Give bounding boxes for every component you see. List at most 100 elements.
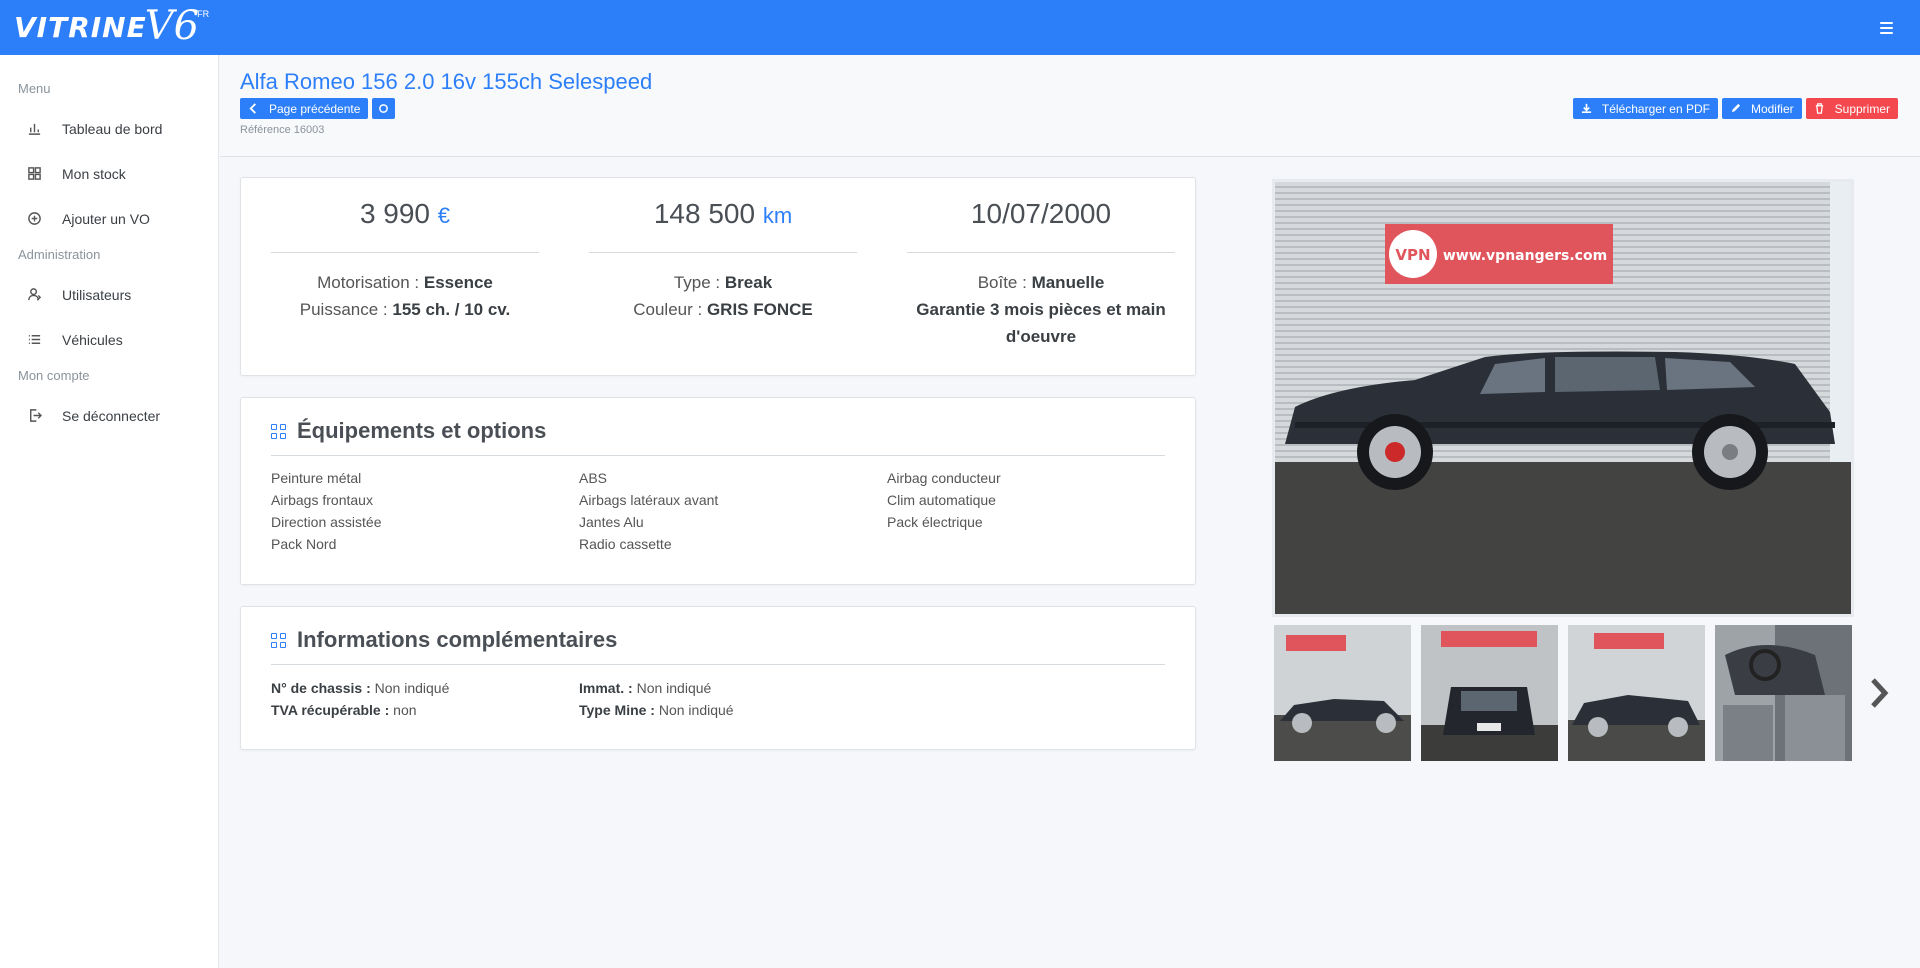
mine-label: Type Mine : <box>579 702 655 718</box>
logo-text: VITRINE <box>14 11 147 44</box>
logo-version: V6 <box>144 2 200 49</box>
price-value: 3 990 <box>359 198 431 229</box>
sidebar-section-administration: Administration <box>18 247 101 262</box>
edit-label: Modifier <box>1750 101 1794 116</box>
tva-value: non <box>393 702 417 718</box>
sidebar-item-label: Se déconnecter <box>62 407 161 424</box>
equipment-item: Airbags frontaux <box>271 492 373 508</box>
equipment-item: Pack Nord <box>271 536 337 552</box>
chassis-value: Non indiqué <box>374 680 450 696</box>
equipment-item: Clim automatique <box>887 492 996 508</box>
equipment-item: Jantes Alu <box>579 514 644 530</box>
summary-col-price: 3 990 € Motorisation : Essence Puissance… <box>271 178 539 323</box>
chassis-label: N° de chassis : <box>271 680 371 696</box>
mileage-unit: km <box>762 203 793 228</box>
photo-thumbnails <box>1274 625 1852 761</box>
equipment-item: Peinture métal <box>271 470 362 486</box>
delete-button[interactable]: Supprimer <box>1805 98 1898 119</box>
pencil-icon <box>1731 103 1741 113</box>
car-photo-image: VPN www.vpnangers.com <box>1275 182 1851 614</box>
immat-value: Non indiqué <box>636 680 712 696</box>
sidebar-item-vehicles[interactable]: Véhicules <box>0 317 218 362</box>
sidebar-item-label: Mon stock <box>62 165 126 182</box>
thumbnail-4[interactable] <box>1715 625 1852 761</box>
extra-info-heading: Informations complémentaires <box>271 627 1165 665</box>
sidebar-item-stock[interactable]: Mon stock <box>0 151 218 196</box>
motorisation-label: Motorisation : <box>317 273 420 292</box>
mine-row: Type Mine : Non indiqué <box>579 702 887 724</box>
equipment-heading: Équipements et options <box>271 418 1165 456</box>
garantie-text: Garantie 3 mois pièces et main d'oeuvre <box>916 300 1166 346</box>
type-value: Break <box>724 273 773 292</box>
engine-info: Motorisation : Essence Puissance : 155 c… <box>271 253 539 323</box>
banner-url: www.vpnangers.com <box>1443 248 1607 264</box>
grid-icon <box>271 424 287 440</box>
body-info: Type : Break Couleur : GRIS FONCE <box>589 253 857 323</box>
price-display: 3 990 € <box>271 178 539 253</box>
tva-label: TVA récupérable : <box>271 702 390 718</box>
mine-value: Non indiqué <box>658 702 734 718</box>
transmission-info: Boîte : Manuelle Garantie 3 mois pièces … <box>907 253 1175 350</box>
boite-value: Manuelle <box>1031 273 1105 292</box>
hamburger-menu-icon[interactable] <box>1866 8 1906 48</box>
banner-logo: VPN <box>1395 246 1430 264</box>
equipment-item: Radio cassette <box>579 536 672 552</box>
app-logo[interactable]: VITRINE V6 FR <box>14 0 211 55</box>
thumbnail-1[interactable] <box>1274 625 1411 761</box>
thumbnail-3[interactable] <box>1568 625 1705 761</box>
equipment-item: Airbag conducteur <box>887 470 1001 486</box>
sidebar-item-add-vo[interactable]: Ajouter un VO <box>0 196 218 241</box>
action-buttons: Télécharger en PDF Modifier Supprimer <box>1572 98 1898 119</box>
equipment-card: Équipements et options Peinture métal AB… <box>240 397 1196 585</box>
chevron-right-icon[interactable] <box>1866 676 1892 710</box>
refresh-button[interactable] <box>372 98 396 119</box>
extra-info-card: Informations complémentaires N° de chass… <box>240 606 1196 750</box>
registration-date: 10/07/2000 <box>907 178 1175 253</box>
logo-suffix: FR <box>197 8 210 19</box>
top-navbar: VITRINE V6 FR <box>0 0 1920 55</box>
chassis-row: N° de chassis : Non indiqué <box>271 680 579 702</box>
download-pdf-button[interactable]: Télécharger en PDF <box>1572 98 1718 119</box>
thumbnail-2[interactable] <box>1421 625 1558 761</box>
summary-card: 3 990 € Motorisation : Essence Puissance… <box>240 177 1196 376</box>
equipment-item: Pack électrique <box>887 514 983 530</box>
back-controls: Page précédente <box>240 98 396 119</box>
list-icon <box>26 332 42 348</box>
page-header: Alfa Romeo 156 2.0 16v 155ch Selespeed P… <box>220 55 1920 157</box>
circle-icon <box>379 104 389 113</box>
sidebar-item-label: Ajouter un VO <box>62 210 150 227</box>
chevron-left-icon <box>249 103 256 114</box>
grid-icon <box>26 166 42 182</box>
main-car-photo[interactable]: VPN www.vpnangers.com <box>1272 179 1854 617</box>
trash-icon <box>1815 103 1823 114</box>
mileage-display: 148 500 km <box>589 178 857 253</box>
back-button-label: Page précédente <box>269 101 361 116</box>
puissance-value: 155 ch. / 10 cv. <box>392 300 511 319</box>
equipment-item: Direction assistée <box>271 514 382 530</box>
sidebar-item-label: Véhicules <box>62 331 123 348</box>
user-icon <box>26 287 42 303</box>
bar-chart-icon <box>26 121 42 137</box>
price-unit: € <box>437 203 451 228</box>
equipment-title: Équipements et options <box>297 418 547 443</box>
immat-label: Immat. : <box>579 680 633 696</box>
boite-label: Boîte : <box>977 273 1027 292</box>
sidebar-item-dashboard[interactable]: Tableau de bord <box>0 106 218 151</box>
plus-circle-icon <box>26 211 42 227</box>
delete-label: Supprimer <box>1834 101 1890 116</box>
summary-col-date: 10/07/2000 Boîte : Manuelle Garantie 3 m… <box>907 178 1175 350</box>
tva-row: TVA récupérable : non <box>271 702 579 724</box>
sidebar-item-label: Tableau de bord <box>62 120 163 137</box>
equipment-item: Airbags latéraux avant <box>579 492 719 508</box>
vpn-banner: VPN www.vpnangers.com <box>1385 224 1613 284</box>
logout-icon <box>26 408 42 424</box>
summary-col-mileage: 148 500 km Type : Break Couleur : GRIS F… <box>589 178 857 323</box>
download-icon <box>1581 103 1591 113</box>
puissance-label: Puissance : <box>299 300 388 319</box>
sidebar-section-account: Mon compte <box>18 368 90 383</box>
back-button[interactable]: Page précédente <box>240 98 369 119</box>
sidebar-item-logout[interactable]: Se déconnecter <box>0 393 218 438</box>
edit-button[interactable]: Modifier <box>1721 98 1802 119</box>
page-title: Alfa Romeo 156 2.0 16v 155ch Selespeed <box>240 69 653 94</box>
sidebar-item-users[interactable]: Utilisateurs <box>0 272 218 317</box>
